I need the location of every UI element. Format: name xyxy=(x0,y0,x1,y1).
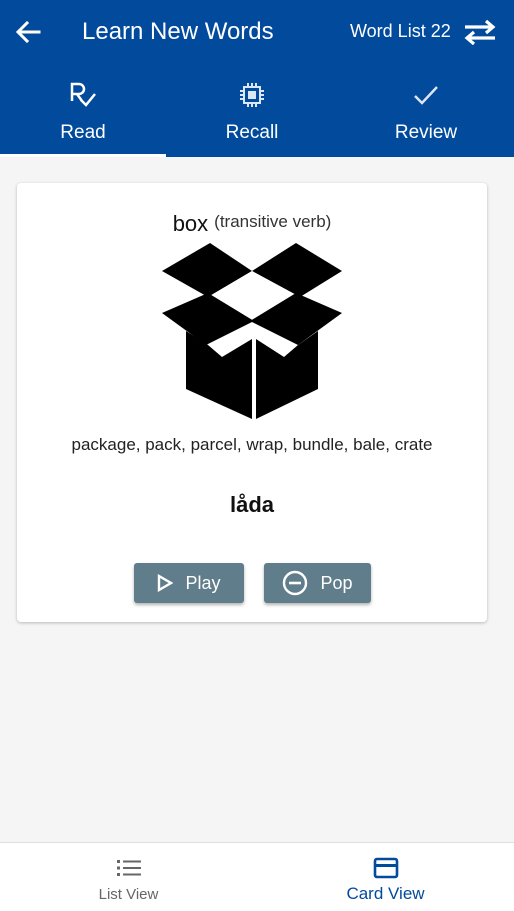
arrow-left-icon xyxy=(15,20,41,44)
tab-review-label: Review xyxy=(394,122,458,143)
tab-review[interactable]: Review xyxy=(338,66,514,157)
synonyms-text: package, pack, parcel, wrap, bundle, bal… xyxy=(71,435,433,454)
nav-card-view[interactable]: Card View xyxy=(257,843,514,911)
card-icon xyxy=(373,857,398,879)
translation-text: låda xyxy=(229,492,275,517)
rx-check-icon xyxy=(70,82,96,107)
pop-button[interactable]: Pop xyxy=(264,563,371,603)
list-icon xyxy=(116,860,141,876)
bottom-navigation: List View Card View xyxy=(0,842,514,911)
part-of-speech: (transitive verb) xyxy=(214,212,332,231)
app-header: Learn New Words Word List 22 Read Recall xyxy=(0,0,514,157)
swap-arrows-icon xyxy=(464,19,496,45)
play-icon xyxy=(158,574,174,592)
chip-icon xyxy=(240,83,264,107)
nav-list-view-label: List View xyxy=(98,886,159,903)
open-box-icon xyxy=(162,243,342,419)
word-heading: box (transitive verb) xyxy=(17,211,487,237)
word-text: box xyxy=(172,211,209,236)
tab-read-label: Read xyxy=(60,122,106,143)
nav-list-view[interactable]: List View xyxy=(0,843,257,911)
back-button[interactable] xyxy=(12,16,44,48)
check-icon xyxy=(414,86,438,105)
active-tab-indicator xyxy=(0,154,166,157)
swap-button[interactable] xyxy=(462,16,498,48)
tab-recall-label: Recall xyxy=(225,122,279,143)
word-card: box (transitive verb) package, pack, parc… xyxy=(17,183,487,622)
page-title: Learn New Words xyxy=(82,18,274,45)
pop-label: Pop xyxy=(320,572,353,593)
play-button[interactable]: Play xyxy=(134,563,244,603)
nav-card-view-label: Card View xyxy=(346,884,425,903)
tab-read[interactable]: Read xyxy=(0,66,166,157)
play-label: Play xyxy=(185,572,221,593)
tab-recall[interactable]: Recall xyxy=(166,66,338,157)
minus-circle-icon xyxy=(283,570,308,596)
word-list-label: Word List 22 xyxy=(350,21,451,41)
